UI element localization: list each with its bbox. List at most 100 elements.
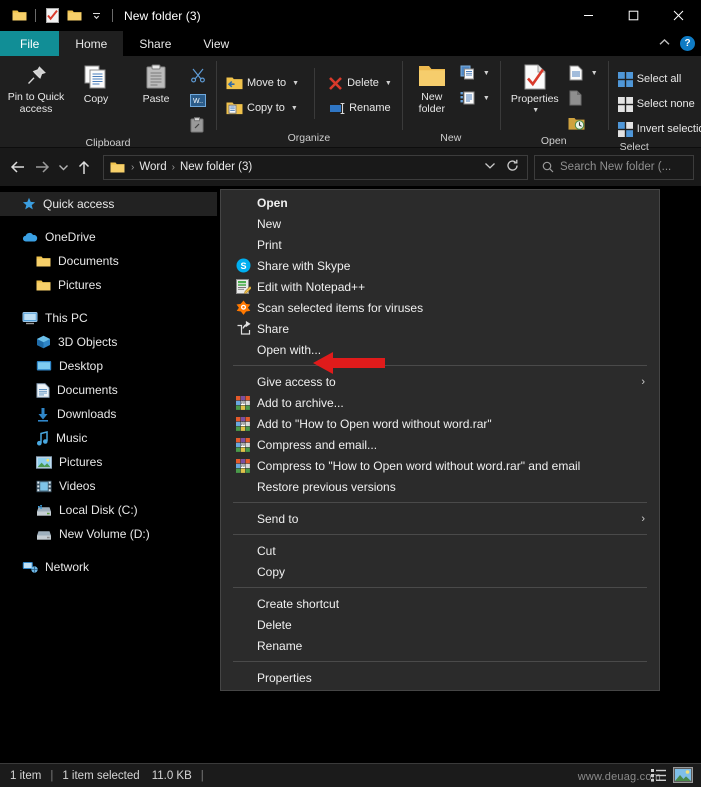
properties-button[interactable]: Properties ▼ [507,60,563,114]
new-folder-icon[interactable] [63,5,85,27]
sidebar-item-3d-objects[interactable]: 3D Objects [0,330,217,354]
select-buttons[interactable]: Select all Select none Invert selection [615,64,701,140]
copy-to-button[interactable]: Copy to ▼ [223,97,302,119]
sidebar-item-videos[interactable]: Videos [0,474,217,498]
rename-button[interactable]: Rename [325,97,395,119]
tab-view[interactable]: View [187,31,245,56]
up-button[interactable] [73,155,95,179]
open-small-buttons[interactable]: ▼ [565,60,601,134]
tab-file[interactable]: File [0,31,60,56]
new-folder-button[interactable]: New folder [409,60,455,115]
paste-shortcut-button[interactable] [187,114,209,136]
context-menu-item-new[interactable]: New [221,213,659,234]
chevron-down-icon[interactable]: ▼ [591,70,598,77]
context-menu[interactable]: Open New Print S Share with Skype Edit w… [220,189,660,691]
window-controls[interactable] [566,0,701,31]
back-button[interactable] [7,155,29,179]
chevron-down-icon[interactable]: ▼ [291,105,298,112]
recent-locations-button[interactable] [55,155,71,179]
context-menu-item-edit-with-notepadpp[interactable]: Edit with Notepad++ [221,276,659,297]
context-menu-item-share[interactable]: Share [221,318,659,339]
quick-access-toolbar[interactable] [8,5,118,27]
sidebar-item-downloads[interactable]: Downloads [0,402,217,426]
context-menu-item-open[interactable]: Open [221,192,659,213]
ribbon-right-controls[interactable]: ? [658,31,695,56]
context-menu-item-give-access-to[interactable]: Give access to › [221,371,659,392]
breadcrumb-actions[interactable] [484,159,523,175]
cut-button[interactable] [187,64,209,86]
delete-button[interactable]: Delete ▼ [325,72,395,94]
context-menu-item-cut[interactable]: Cut [221,540,659,561]
sidebar-item-onedrive-documents[interactable]: Documents [0,249,217,273]
refresh-icon[interactable] [506,159,519,175]
select-none-button[interactable]: Select none [615,93,701,115]
context-menu-item-open-with[interactable]: Open with... [221,339,659,360]
tab-home[interactable]: Home [59,31,124,56]
context-menu-item-print[interactable]: Print [221,234,659,255]
ribbon-tabs[interactable]: File Home Share View ? [0,31,701,56]
sidebar-item-local-disk-c[interactable]: Local Disk (C:) [0,498,217,522]
chevron-down-icon[interactable]: ▼ [483,70,490,77]
tab-share[interactable]: Share [123,31,187,56]
view-mode-buttons[interactable] [651,764,693,787]
sidebar-item-network[interactable]: Network [0,555,217,579]
context-menu-item-compress-to-named-and-email[interactable]: W Compress to "How to Open word without … [221,455,659,476]
open-button[interactable]: ▼ [565,62,601,84]
sidebar-item-music[interactable]: Music [0,426,217,450]
organize-col1[interactable]: Move to ▼ Copy to ▼ [223,68,302,119]
breadcrumb-item-current[interactable]: New folder (3) [180,161,252,173]
new-small-buttons[interactable]: ▼ ▼ [457,60,493,109]
edit-button[interactable] [565,87,601,109]
context-menu-item-send-to[interactable]: Send to › [221,508,659,529]
sidebar-item-pictures[interactable]: Pictures [0,450,217,474]
context-menu-item-properties[interactable]: Properties [221,667,659,688]
folder-icon[interactable] [8,5,30,27]
context-menu-item-copy[interactable]: Copy [221,561,659,582]
chevron-down-icon[interactable]: ▼ [532,107,539,114]
context-menu-item-delete[interactable]: Delete [221,614,659,635]
move-to-button[interactable]: Move to ▼ [223,72,302,94]
sidebar-item-this-pc[interactable]: This PC [0,306,217,330]
context-menu-item-rename[interactable]: Rename [221,635,659,656]
breadcrumb[interactable]: › Word › New folder (3) [103,154,528,180]
sidebar-item-documents[interactable]: Documents [0,378,217,402]
clipboard-small-buttons[interactable]: W.. [187,60,209,136]
history-button[interactable] [565,112,601,134]
copy-button[interactable]: Copy [67,60,125,105]
context-menu-item-scan-for-viruses[interactable]: Scan selected items for viruses [221,297,659,318]
details-view-icon[interactable] [651,768,667,785]
pin-to-quick-access-button[interactable]: Pin to Quick access [7,60,65,115]
new-item-button[interactable]: ▼ [457,62,493,84]
breadcrumb-path[interactable]: › Word › New folder (3) [128,161,484,173]
context-menu-item-create-shortcut[interactable]: Create shortcut [221,593,659,614]
context-menu-item-add-to-archive[interactable]: W Add to archive... [221,392,659,413]
context-menu-item-add-to-named-archive[interactable]: W Add to "How to Open word without word.… [221,413,659,434]
context-menu-item-compress-and-email[interactable]: W Compress and email... [221,434,659,455]
forward-button[interactable] [31,155,53,179]
properties-icon[interactable] [41,5,63,27]
sidebar-item-quick-access[interactable]: Quick access [0,192,217,216]
easy-access-button[interactable]: ▼ [457,87,493,109]
chevron-down-icon[interactable]: ▼ [483,95,490,102]
chevron-down-icon[interactable]: ▼ [385,80,392,87]
chevron-down-icon[interactable]: ▼ [292,80,299,87]
sidebar-item-new-volume-d[interactable]: New Volume (D:) [0,522,217,546]
breadcrumb-item-word[interactable]: Word [139,161,166,173]
large-icons-view-icon[interactable] [673,766,693,786]
sidebar-item-onedrive-pictures[interactable]: Pictures [0,273,217,297]
maximize-button[interactable] [611,0,656,31]
invert-selection-button[interactable]: Invert selection [615,118,701,140]
copy-path-button[interactable]: W.. [187,89,209,111]
navigation-pane[interactable]: Quick access OneDrive Documents Pictures [0,186,218,763]
search-input[interactable]: Search New folder (... [534,154,694,180]
minimize-button[interactable] [566,0,611,31]
chevron-up-icon[interactable] [658,38,671,50]
close-button[interactable] [656,0,701,31]
sidebar-item-onedrive[interactable]: OneDrive [0,225,217,249]
help-icon[interactable]: ? [680,36,695,51]
file-list-area[interactable]: Open New Print S Share with Skype Edit w… [218,186,701,763]
sidebar-item-desktop[interactable]: Desktop [0,354,217,378]
paste-button[interactable]: Paste [127,60,185,105]
organize-col2[interactable]: Delete ▼ Rename [314,68,395,119]
context-menu-item-restore-previous-versions[interactable]: Restore previous versions [221,476,659,497]
